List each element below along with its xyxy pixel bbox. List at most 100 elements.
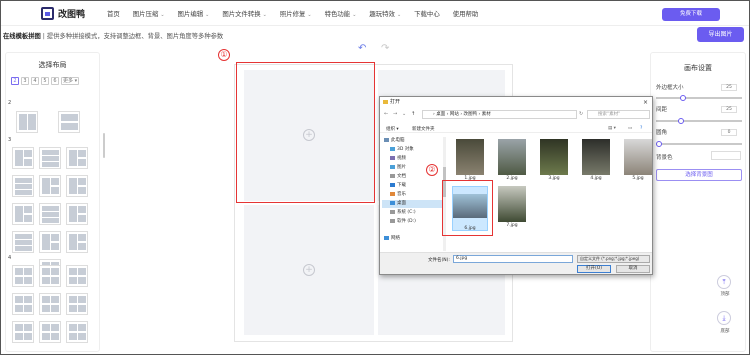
download-app-button[interactable]: 免费下载 bbox=[662, 8, 720, 21]
layout-thumbnail[interactable] bbox=[39, 147, 61, 169]
tree-item[interactable]: 网络 bbox=[382, 235, 444, 243]
nav-item[interactable]: 图片文件转换 ⌄ bbox=[222, 9, 267, 18]
nav-item[interactable]: 使用帮助 bbox=[453, 9, 479, 18]
file-item[interactable]: 3.jpg bbox=[536, 139, 572, 184]
undo-icon[interactable]: ↶ bbox=[358, 44, 366, 54]
tree-item[interactable]: 此电脑 bbox=[382, 137, 444, 145]
spacing-slider[interactable] bbox=[656, 118, 742, 124]
address-path[interactable]: › 桌面 › 网站 › 改图鸭 › 素材 bbox=[422, 110, 577, 119]
layout-thumbnail[interactable] bbox=[58, 111, 80, 133]
layout-thumbnail[interactable] bbox=[66, 265, 88, 287]
nav-item[interactable]: 图片编辑 ⌄ bbox=[178, 9, 210, 18]
new-folder-button[interactable]: 新建文件夹 bbox=[412, 126, 435, 132]
tree-item[interactable]: 系统 (C:) bbox=[382, 209, 444, 217]
layout-scrollbar[interactable] bbox=[103, 133, 105, 158]
tree-item[interactable]: 软件 (D:) bbox=[382, 218, 444, 226]
folder-icon bbox=[390, 164, 395, 169]
layout-thumbnail[interactable] bbox=[39, 265, 61, 287]
layout-thumbnail[interactable] bbox=[12, 175, 34, 197]
dialog-close-button[interactable]: × bbox=[643, 97, 648, 108]
nav-item[interactable]: 照片修复 ⌄ bbox=[280, 9, 312, 18]
layout-count-tab[interactable]: 6 bbox=[51, 77, 59, 85]
nav-item[interactable]: 下载中心 bbox=[414, 9, 440, 18]
help-icon[interactable]: ? bbox=[640, 126, 642, 131]
scroll-bottom-icon[interactable]: ⤓ bbox=[717, 311, 731, 325]
back-icon[interactable]: ← bbox=[384, 111, 388, 117]
file-item[interactable]: 2.jpg bbox=[494, 139, 530, 184]
open-button[interactable]: 打开(O) bbox=[577, 265, 611, 273]
layout-thumbnail[interactable] bbox=[39, 321, 61, 343]
file-item[interactable]: 5.jpg bbox=[620, 139, 656, 184]
layout-thumbnail[interactable] bbox=[39, 293, 61, 315]
layout-thumbnail[interactable] bbox=[12, 231, 34, 253]
nav-item[interactable]: 趣玩特效 ⌄ bbox=[369, 9, 401, 18]
scroll-top-icon[interactable]: ⤒ bbox=[717, 275, 731, 289]
layout-thumbnail[interactable] bbox=[12, 293, 34, 315]
refresh-icon[interactable]: ↻ bbox=[579, 111, 583, 117]
layout-thumbnail[interactable] bbox=[66, 147, 88, 169]
search-input[interactable]: 搜索"素材" bbox=[587, 110, 650, 119]
file-item[interactable]: 1.jpg bbox=[452, 139, 488, 184]
slider-handle[interactable] bbox=[680, 95, 686, 101]
organize-menu[interactable]: 组织 ▾ bbox=[386, 126, 399, 132]
tree-item[interactable]: 3D 对象 bbox=[382, 146, 444, 154]
background-color-swatch[interactable] bbox=[711, 151, 741, 160]
outer-border-input[interactable]: 25 bbox=[721, 84, 737, 91]
nav-item[interactable]: 特色功能 ⌄ bbox=[325, 9, 357, 18]
layout-thumbnail[interactable] bbox=[16, 111, 38, 133]
nav-item[interactable]: 图片压缩 ⌄ bbox=[133, 9, 165, 18]
layout-count-tab[interactable]: 更多 ▾ bbox=[61, 77, 80, 85]
layout-count-tab[interactable]: 2 bbox=[11, 77, 19, 85]
filename-input[interactable]: 6.jpg bbox=[453, 255, 573, 263]
top-navbar: 改图鸭 首页 图片压缩 ⌄ 图片编辑 ⌄ 图片文件转换 ⌄ 照片修复 ⌄ 特色功能 ⌄ 趣玩特效 ⌄ 下载… bbox=[1, 1, 749, 26]
file-name: 7.jpg bbox=[506, 223, 518, 228]
corner-radius-input[interactable]: 0 bbox=[721, 129, 737, 136]
slider-handle[interactable] bbox=[656, 141, 662, 147]
tree-item[interactable]: 视频 bbox=[382, 155, 444, 163]
dropdown-icon[interactable]: ⌄ bbox=[402, 111, 406, 117]
tree-item[interactable]: 音乐 bbox=[382, 191, 444, 199]
file-item[interactable]: 7.jpg bbox=[494, 186, 530, 231]
layout-count-tab[interactable]: 4 bbox=[31, 77, 39, 85]
up-icon[interactable]: ↑ bbox=[411, 111, 415, 117]
export-image-button[interactable]: 导出图片 bbox=[697, 27, 744, 42]
slider-handle[interactable] bbox=[678, 118, 684, 124]
address-bar-row: ← → ⌄ ↑ › 桌面 › 网站 › 改图鸭 › 素材 ↻ 搜索"素材" bbox=[382, 110, 652, 120]
image-slot[interactable]: + bbox=[244, 205, 374, 335]
layout-count-tab[interactable]: 5 bbox=[41, 77, 49, 85]
layout-thumbnail[interactable] bbox=[39, 203, 61, 225]
file-type-select[interactable]: 自定义文件 (*.png;*.jpg;*.jpeg) bbox=[577, 255, 650, 263]
layout-thumbnail[interactable] bbox=[39, 175, 61, 197]
layout-thumbnail[interactable] bbox=[66, 321, 88, 343]
nav-item[interactable]: 首页 bbox=[107, 9, 120, 18]
layout-panel-title: 选择布局 bbox=[38, 61, 67, 69]
folder-icon bbox=[390, 146, 395, 151]
layout-thumbnail[interactable] bbox=[66, 175, 88, 197]
tree-item[interactable]: 桌面 bbox=[382, 200, 444, 208]
layout-thumbnail[interactable] bbox=[66, 231, 88, 253]
layout-thumbnail[interactable] bbox=[12, 321, 34, 343]
outer-border-label: 外边框大小 bbox=[656, 85, 684, 91]
layout-thumbnail[interactable] bbox=[12, 147, 34, 169]
layout-thumbnail[interactable] bbox=[12, 203, 34, 225]
layout-thumbnail[interactable] bbox=[66, 203, 88, 225]
layout-count-tab[interactable]: 3 bbox=[21, 77, 29, 85]
cancel-button[interactable]: 取消 bbox=[616, 265, 650, 273]
layout-thumbnail[interactable] bbox=[12, 265, 34, 287]
layout-thumbnail[interactable] bbox=[39, 231, 61, 253]
spacing-input[interactable]: 25 bbox=[721, 106, 737, 113]
outer-border-slider[interactable] bbox=[656, 95, 742, 101]
view-options-icon[interactable]: ▤ ▾ bbox=[608, 126, 616, 131]
redo-icon[interactable]: ↷ bbox=[381, 44, 389, 54]
chevron-down-icon: ⌄ bbox=[396, 12, 402, 18]
choose-background-image-button[interactable]: 选择背景图 bbox=[656, 169, 742, 181]
file-item[interactable]: 4.jpg bbox=[578, 139, 614, 184]
forward-icon[interactable]: → bbox=[393, 111, 397, 117]
corner-radius-slider[interactable] bbox=[656, 141, 742, 147]
tree-item[interactable]: 下载 bbox=[382, 182, 444, 190]
add-image-icon[interactable]: + bbox=[303, 264, 315, 276]
folder-icon bbox=[390, 173, 395, 178]
preview-pane-icon[interactable]: ▭ bbox=[628, 126, 632, 131]
logo[interactable]: 改图鸭 bbox=[41, 7, 85, 20]
layout-thumbnail[interactable] bbox=[66, 293, 88, 315]
